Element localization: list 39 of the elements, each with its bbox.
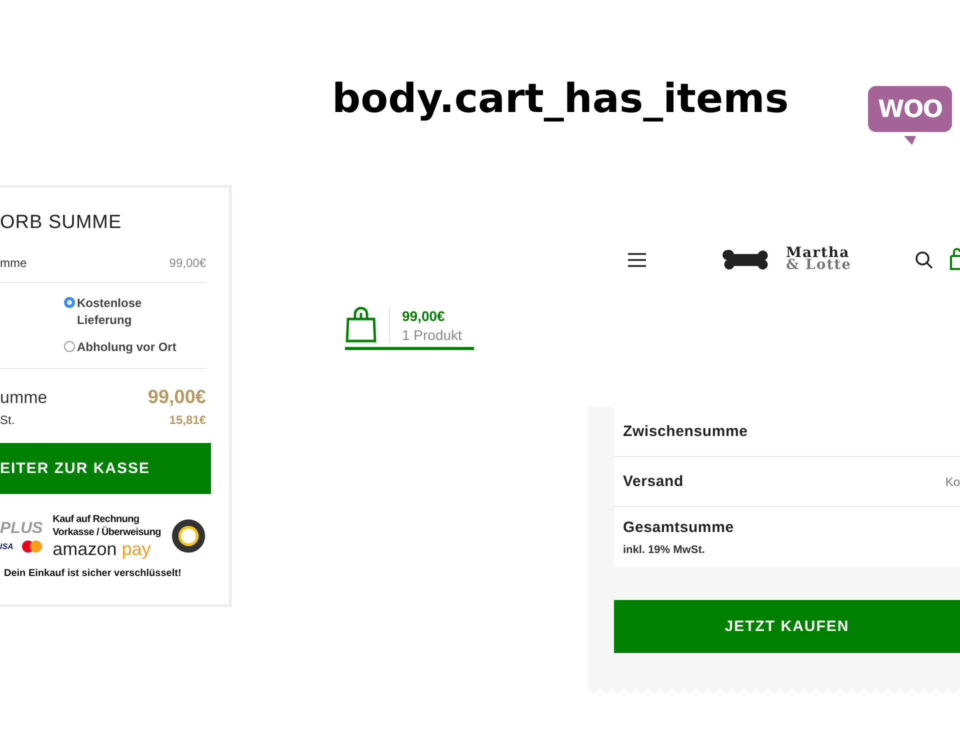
mini-cart[interactable]: 99,00€ 1 Produkt [345, 307, 474, 350]
logo-text: Martha [786, 247, 851, 259]
cart-price: 99,00€ [402, 308, 446, 324]
bag-icon [345, 307, 377, 343]
summary-label: Zwischensumme [623, 423, 748, 440]
total-label: umme [0, 388, 48, 408]
total-value: 99,00€ [148, 387, 206, 409]
cart-count: 1 Produkt [402, 326, 462, 342]
subtotal-label: mme [0, 256, 27, 270]
payment-method: Vorkasse / Überweisung [52, 527, 161, 538]
bag-icon[interactable] [949, 248, 960, 270]
paypal-plus-text: PLUS [0, 520, 43, 538]
payment-method: Kauf auf Rechnung [52, 514, 140, 525]
radio-button[interactable] [64, 297, 75, 308]
search-icon[interactable] [915, 251, 933, 269]
menu-icon[interactable] [628, 253, 646, 267]
summary-value: Ko [945, 474, 960, 488]
secure-note: Dein Einkauf ist sicher verschlüsselt! [3, 568, 182, 579]
checkout-button[interactable]: EITER ZUR KASSE [0, 443, 211, 494]
shipping-option[interactable]: Kostenlose Lieferung [77, 295, 187, 329]
subtotal-value: 99,00€ [169, 256, 206, 270]
tax-note: inkl. 19% MwSt. [623, 544, 706, 556]
logo-text: & Lotte [786, 259, 852, 271]
amazon-pay-logo: amazon pay [52, 540, 152, 558]
speech-tail-icon [904, 136, 916, 145]
visa-logo: ISA [0, 542, 14, 550]
shipping-option[interactable]: Abholung vor Ort [77, 339, 187, 356]
tax-label: St. [0, 413, 15, 427]
card-title: ORB SUMME [0, 212, 123, 234]
bone-icon [722, 248, 770, 272]
tax-value: 15,81€ [169, 413, 206, 427]
trust-seal-icon [170, 517, 206, 555]
page-heading: body.cart_has_items [332, 76, 789, 122]
summary-label: Versand [623, 473, 684, 490]
radio-button[interactable] [64, 341, 75, 352]
mastercard-icon [20, 540, 43, 552]
woo-logo: WOO [868, 86, 952, 132]
buy-button[interactable]: JETZT KAUFEN [614, 600, 960, 653]
summary-label: Gesamtsumme [623, 518, 734, 536]
